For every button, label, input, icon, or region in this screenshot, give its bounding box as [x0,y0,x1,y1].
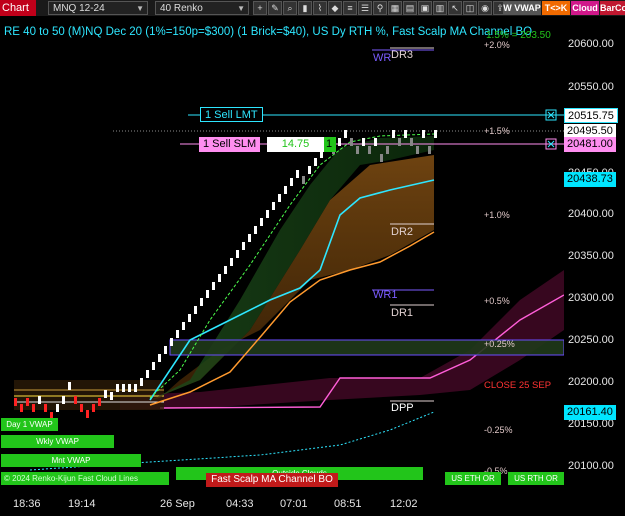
camera-icon[interactable]: ◉ [478,1,492,15]
time-tick: 04:33 [226,498,254,510]
w-vwap-button[interactable]: W VWAP [503,1,541,15]
us-rth-or-button[interactable]: US RTH OR [508,472,564,485]
wr-level-label: WR [373,52,392,64]
cloud-button[interactable]: Cloud [571,1,599,15]
properties-icon[interactable]: ≡ [343,1,357,15]
chevron-down-icon: ▼ [136,4,144,13]
bar-style-icon[interactable]: ▮ [298,1,312,15]
fast-scalp-bo-button[interactable]: Fast Scalp MA Channel BO [206,473,338,487]
pct-level: +0.25% [484,339,515,349]
dr2-level-label: DR2 [391,226,414,238]
time-tick: 19:14 [68,498,96,510]
bar-color-button[interactable]: BarCo [600,1,625,15]
close-level-label: CLOSE 25 SEP [484,380,552,391]
price-tick: 20350.00 [568,250,614,262]
zoom-icon[interactable]: ⌕ [283,1,297,15]
price-marker-cyan-ma: 20438.73 [564,172,616,187]
chart-title: RE 40 to 50 (M)NQ Dec 20 (1%=150p=$300) … [4,26,533,38]
dr1-level-label: DR1 [391,307,414,319]
price-marker-stop: 20481.00 [564,137,616,152]
dr3-level-label: DR3 [391,49,414,61]
price-tick: 20100.00 [568,460,614,472]
time-tick: 26 Sep [160,498,195,510]
price-tick: 20600.00 [568,38,614,50]
data-box-icon[interactable]: ▤ [403,1,417,15]
time-tick: 07:01 [280,498,308,510]
instrument-selector[interactable]: MNQ 12-24 ▼ [48,1,148,15]
sell-stop-order-label[interactable]: 1 Sell SLM [199,137,261,152]
attach-icon[interactable]: ⚲ [373,1,387,15]
pct-level: +1.0% [484,210,510,220]
chart-trader-icon[interactable]: ▥ [433,1,447,15]
list-icon[interactable]: ☰ [358,1,372,15]
cursor-icon[interactable]: ↖ [448,1,462,15]
chart-tab[interactable]: Chart [0,0,36,16]
toolbar: Chart MNQ 12-24 ▼ 40 Renko ▼ + ✎ ⌕ ▮ ⌇ ◆… [0,0,625,16]
period-label: 40 Renko [160,3,203,14]
time-tick: 12:02 [390,498,418,510]
tck-button[interactable]: T<>K [542,1,570,15]
pct-level: -0.25% [484,425,513,435]
dpp-level-label: DPP [391,402,414,414]
chart-plot-area[interactable] [0,16,564,494]
pct-level: +2.0% [484,40,510,50]
wr1-level-label: WR1 [373,289,398,301]
price-tick: 20400.00 [568,208,614,220]
day-vwap-button[interactable]: Day 1 VWAP [1,418,58,431]
grid-icon[interactable]: ▦ [388,1,402,15]
weekly-vwap-button[interactable]: Wkly VWAP [1,435,114,448]
calendar-icon[interactable]: ▣ [418,1,432,15]
us-eth-or-button[interactable]: US ETH OR [445,472,501,485]
draw-tool-icon[interactable]: ✎ [268,1,282,15]
time-tick: 08:51 [334,498,362,510]
price-marker-limit: 20515.75 [564,108,618,123]
layers-icon[interactable]: ◫ [463,1,477,15]
sell-limit-order-label[interactable]: 1 Sell LMT [200,107,263,122]
price-tick: 20300.00 [568,292,614,304]
monthly-vwap-button[interactable]: Mnt VWAP [1,454,141,467]
price-marker-vwap: 20161.40 [564,405,616,420]
pct-level: +1.5% [484,126,510,136]
crosshair-icon[interactable]: + [253,1,267,15]
order-quantity[interactable]: 1 [324,137,336,152]
indicators-icon[interactable]: ⌇ [313,1,327,15]
period-selector[interactable]: 40 Renko ▼ [155,1,249,15]
pct-level: +0.5% [484,296,510,306]
price-tick: 20250.00 [568,334,614,346]
orange-cloud [150,155,434,400]
order-price-offset[interactable]: 14.75 [267,137,324,152]
price-tick: 20550.00 [568,81,614,93]
price-tick: 20200.00 [568,376,614,388]
strategy-icon[interactable]: ◆ [328,1,342,15]
instrument-label: MNQ 12-24 [53,3,105,14]
chevron-down-icon: ▼ [237,4,245,13]
copyright-label: © 2024 Renko-Kijun Fast Cloud Lines [1,472,169,485]
time-tick: 18:36 [13,498,41,510]
